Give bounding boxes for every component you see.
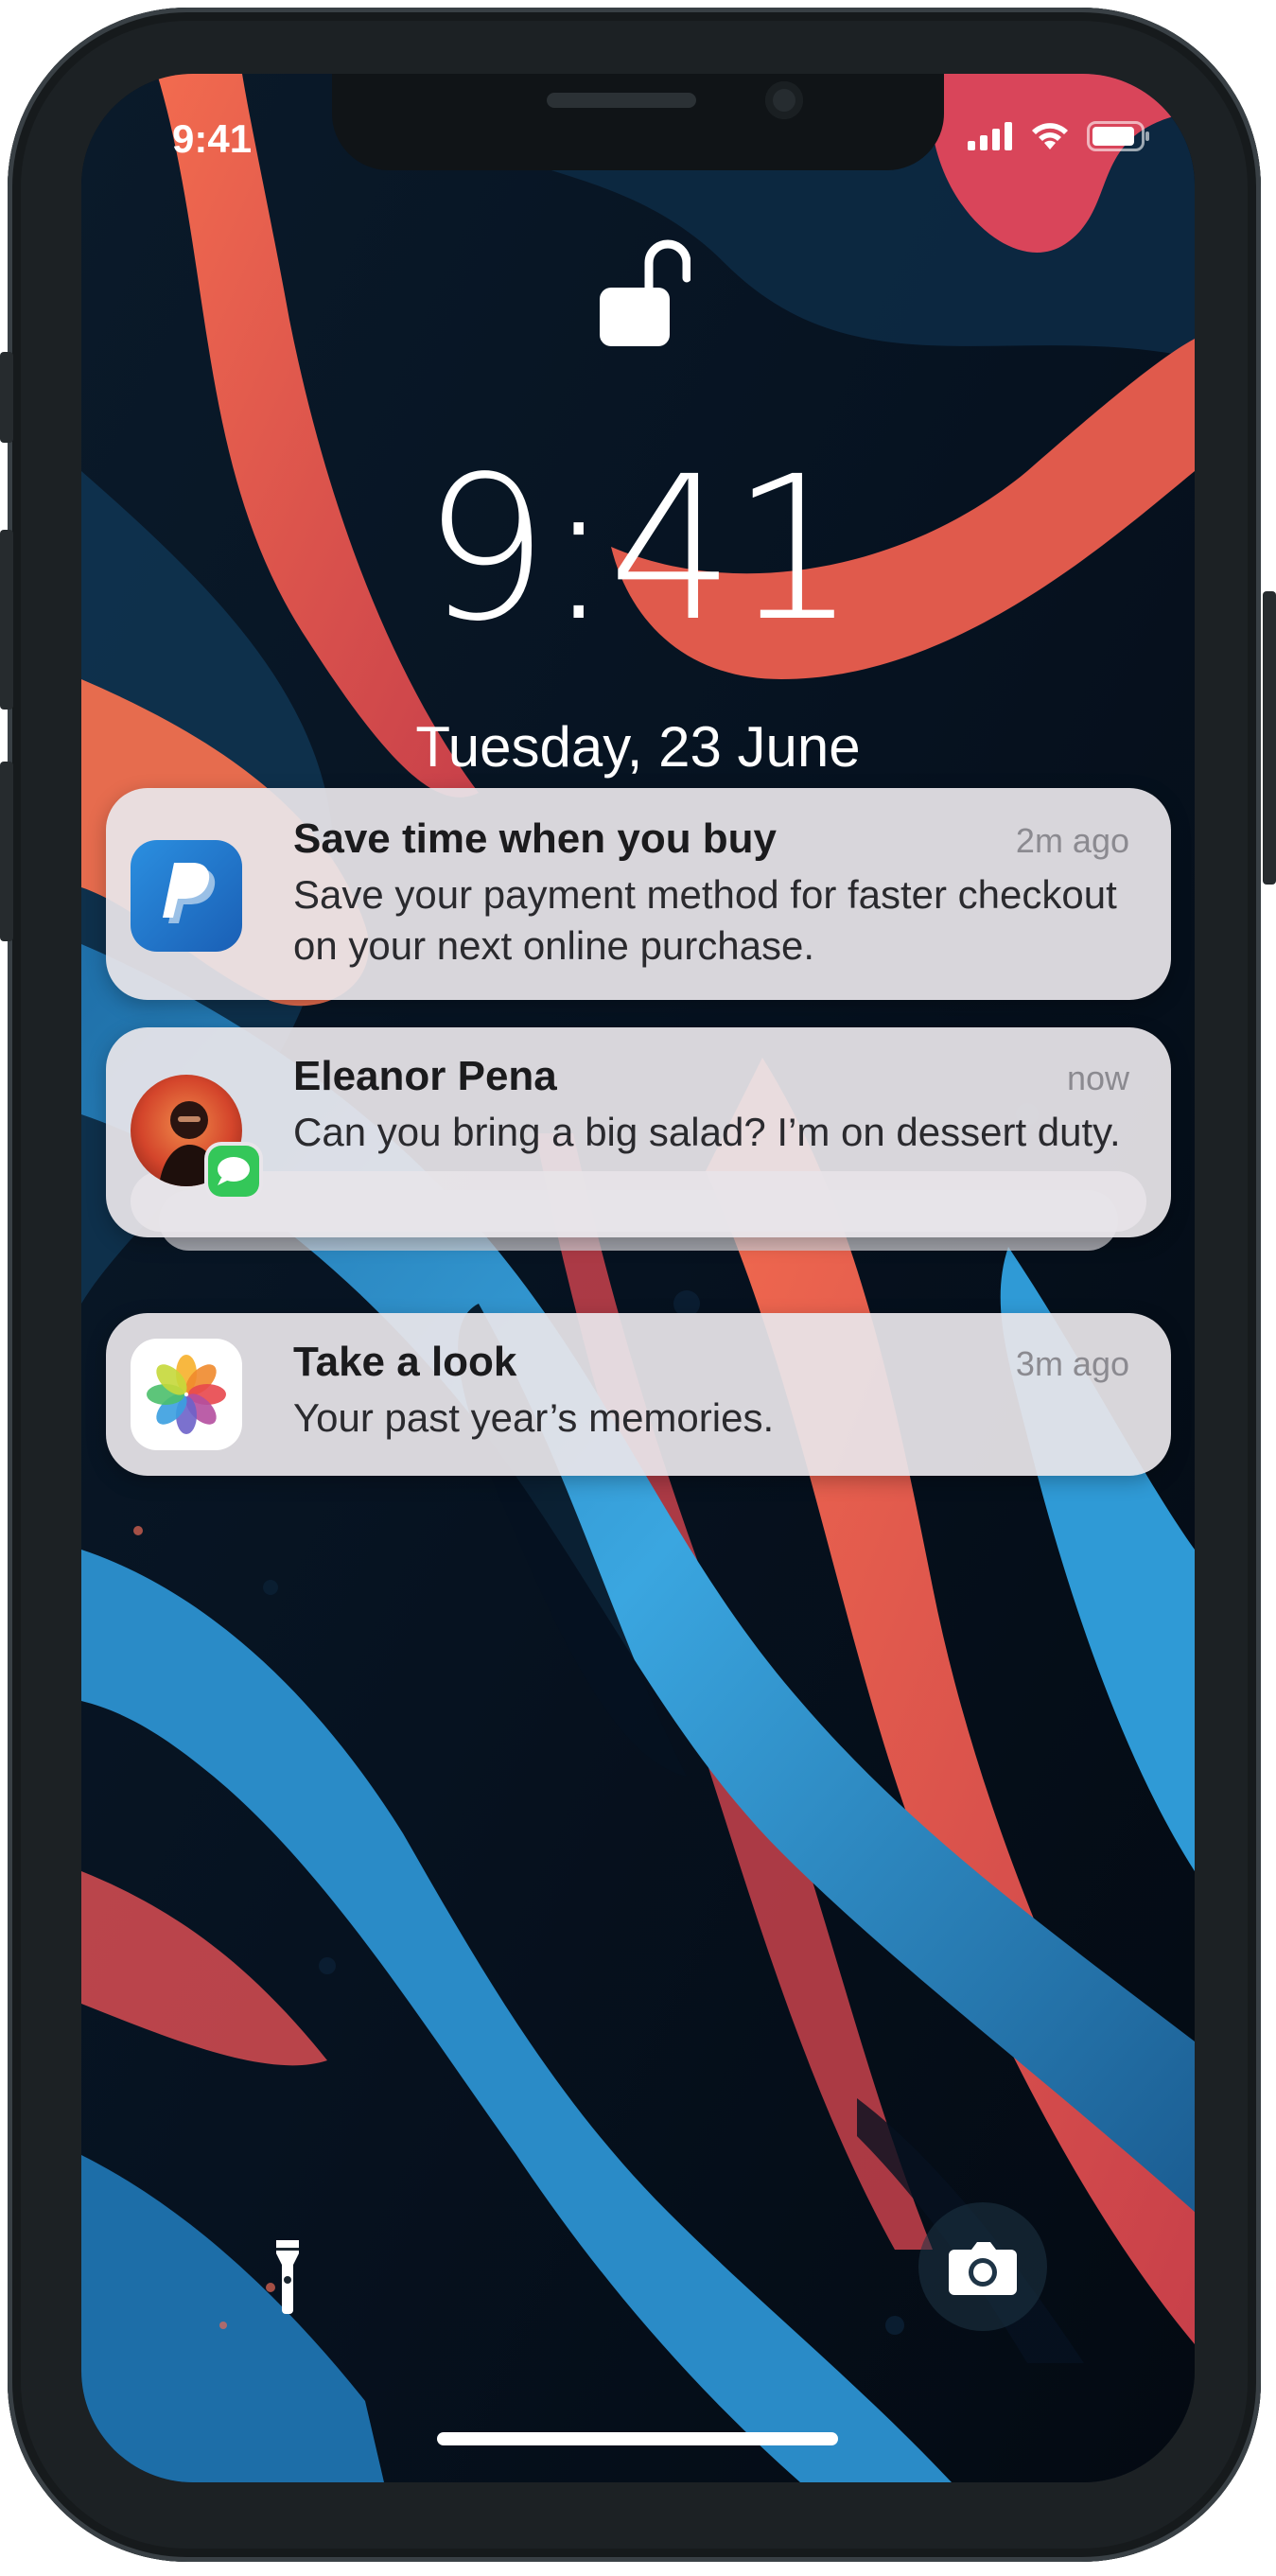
notification-time: 2m ago (1015, 821, 1129, 860)
notch (332, 74, 944, 170)
notification-time: now (1066, 1059, 1129, 1097)
home-indicator[interactable] (437, 2432, 838, 2445)
wifi-icon (1032, 123, 1068, 149)
cellular-signal-icon (968, 122, 1012, 150)
camera-button[interactable] (918, 2202, 1047, 2331)
power-button (1263, 591, 1276, 885)
battery-icon (1087, 121, 1149, 151)
notification-body: Save your payment method for faster chec… (293, 872, 1117, 968)
photos-icon (131, 1339, 242, 1450)
paypal-icon (131, 840, 242, 952)
camera-icon (949, 2242, 1017, 2295)
unlocked-padlock-icon (600, 239, 690, 346)
notification-time: 3m ago (1015, 1344, 1129, 1383)
lock-screen-clock: 9:41 (422, 433, 858, 665)
front-camera (765, 81, 803, 119)
status-bar-time: 9:41 (172, 116, 253, 161)
silent-switch (0, 352, 13, 443)
notification-message[interactable]: Eleanor Pena now Can you bring a big sal… (106, 1027, 1171, 1237)
lock-screen: 9:41 9:41 Tuesday, 23 June Save time whe… (81, 74, 1195, 2482)
notification-title: Eleanor Pena (293, 1053, 557, 1099)
flashlight-button[interactable] (223, 2212, 352, 2340)
notification-body: Can you bring a big salad? I’m on desser… (293, 1110, 1121, 1154)
volume-up-button (0, 530, 13, 710)
messages-icon (208, 1146, 259, 1197)
lock-screen-date: Tuesday, 23 June (415, 715, 861, 779)
notification-title: Save time when you buy (293, 815, 778, 862)
volume-down-button (0, 762, 13, 941)
notification-photos[interactable]: Take a look 3m ago Your past year’s memo… (106, 1313, 1171, 1476)
earpiece-speaker (547, 93, 696, 108)
status-bar-icons (968, 121, 1151, 151)
notification-paypal[interactable]: Save time when you buy 2m ago Save your … (106, 788, 1171, 1000)
flashlight-icon (276, 2240, 299, 2314)
notification-title: Take a look (293, 1339, 517, 1385)
notification-body: Your past year’s memories. (293, 1395, 775, 1440)
